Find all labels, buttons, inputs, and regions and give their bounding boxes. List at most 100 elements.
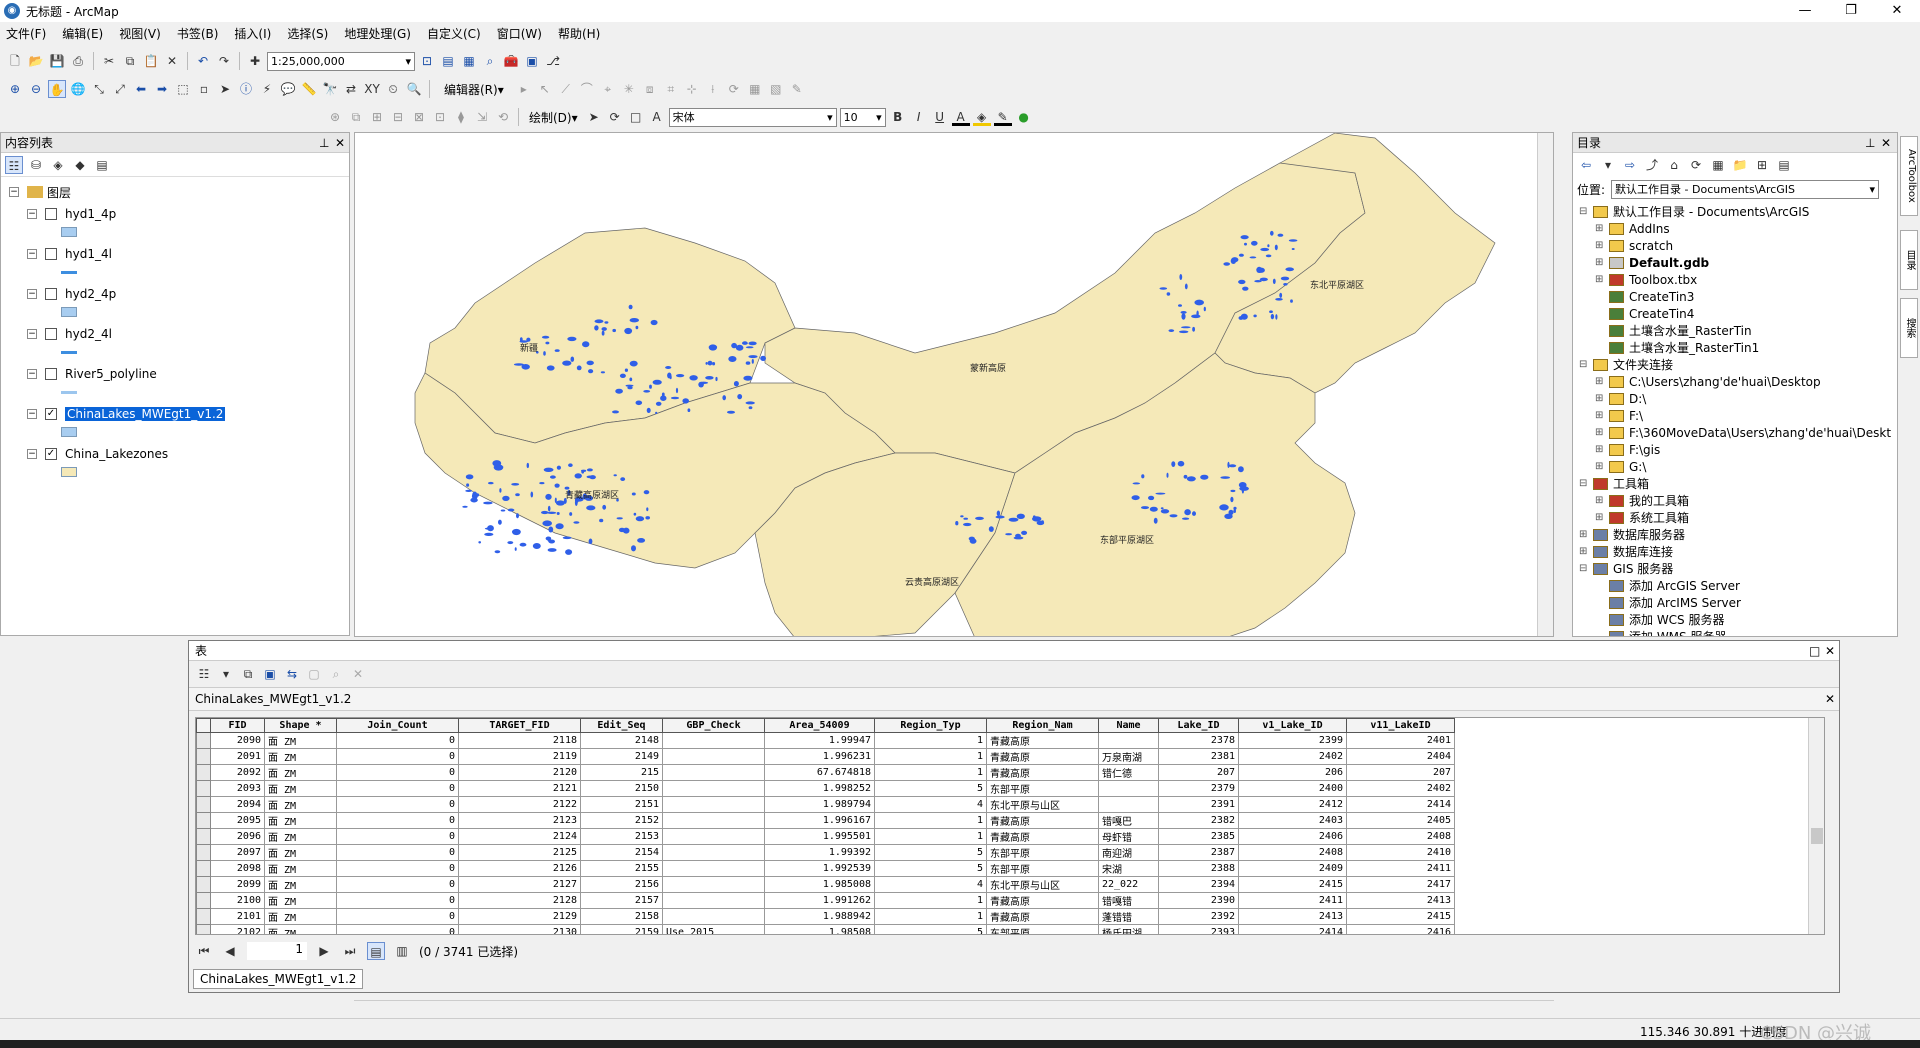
catalog-item[interactable]: ⊟ GIS 服务器 xyxy=(1579,560,1673,577)
expand-icon[interactable]: ⊞ xyxy=(1595,223,1607,234)
collapse-icon[interactable]: − xyxy=(27,289,37,299)
table-cell[interactable]: 2155 xyxy=(580,860,663,877)
column-header[interactable]: Join_Count xyxy=(336,718,459,733)
table-cell[interactable]: 4 xyxy=(874,796,987,813)
layer-name[interactable]: hyd2_4p xyxy=(65,287,116,301)
table-cell[interactable]: 2399 xyxy=(1238,732,1347,749)
add-data-icon[interactable]: ✚ xyxy=(246,52,264,70)
layer-row[interactable]: − River5_polyline xyxy=(27,365,157,383)
switch-selection-icon[interactable]: ⇆ xyxy=(283,665,301,683)
table-row[interactable]: 2094 面 ZM 0 2122 2151 1.989794 4 东北平原与山区 2391 241… xyxy=(196,796,1455,813)
table-cell[interactable]: 错嘎巴 xyxy=(1098,812,1159,829)
layer-name[interactable]: China_Lakezones xyxy=(65,447,168,461)
scroll-thumb[interactable] xyxy=(1811,828,1823,844)
table-cell[interactable]: 2410 xyxy=(1346,844,1455,861)
fixed-zoom-in-icon[interactable]: ⤡ xyxy=(90,80,108,98)
table-cell[interactable]: 面 ZM xyxy=(264,812,337,829)
table-cell[interactable]: 5 xyxy=(874,924,987,934)
table-cell[interactable]: 2381 xyxy=(1158,748,1239,765)
table-cell[interactable]: 2417 xyxy=(1346,876,1455,893)
table-cell[interactable]: 1.991262 xyxy=(764,892,875,909)
table-cell[interactable]: 2128 xyxy=(458,892,581,909)
table-cell[interactable]: 2393 xyxy=(1158,924,1239,934)
table-cell[interactable]: 1 xyxy=(874,828,987,845)
expand-icon[interactable]: ⊟ xyxy=(1579,206,1591,217)
row-selector[interactable] xyxy=(196,860,211,877)
font-size-combo[interactable]: 10 ▾ xyxy=(839,107,886,127)
catalog-item[interactable]: ⊞ F:\360MoveData\Users\zhang'de'huai\Desk… xyxy=(1595,424,1891,441)
catalog-item[interactable]: 添加 WCS 服务器 xyxy=(1595,611,1725,628)
table-cell[interactable]: 面 ZM xyxy=(264,924,337,934)
collapse-icon[interactable]: − xyxy=(27,449,37,459)
table-cell[interactable]: 2093 xyxy=(210,780,265,797)
close-icon[interactable]: ✕ xyxy=(1825,644,1835,658)
edit-annotation-icon[interactable]: ↖ xyxy=(536,80,554,98)
row-selector[interactable] xyxy=(196,780,211,797)
table-cell[interactable]: 2415 xyxy=(1238,876,1347,893)
table-cell[interactable]: 1 xyxy=(874,748,987,765)
rectangle-icon[interactable]: □ xyxy=(627,108,645,126)
rotate-element-icon[interactable]: ⟲ xyxy=(494,108,512,126)
catalog-item[interactable]: ⊞ F:\ xyxy=(1595,407,1643,424)
table-cell[interactable]: 2414 xyxy=(1346,796,1455,813)
back-icon[interactable]: ⇦ xyxy=(1577,156,1595,174)
table-cell[interactable] xyxy=(662,860,765,877)
table-cell[interactable] xyxy=(1098,796,1159,813)
layer-row[interactable]: − hyd2_4p xyxy=(27,285,116,303)
table-cell[interactable]: 2415 xyxy=(1346,908,1455,925)
table-cell[interactable]: 0 xyxy=(336,796,459,813)
table-cell[interactable] xyxy=(662,812,765,829)
table-cell[interactable]: 1.998252 xyxy=(764,780,875,797)
column-header[interactable]: Shape * xyxy=(264,718,337,733)
catalog-item[interactable]: ⊟ 默认工作目录 - Documents\ArcGIS xyxy=(1579,203,1809,220)
table-cell[interactable]: 2390 xyxy=(1158,892,1239,909)
map-scale-combo[interactable]: 1:25,000,000 ▾ xyxy=(267,51,415,71)
column-header[interactable]: GBP_Check xyxy=(662,718,765,733)
table-cell[interactable]: 青藏高原 xyxy=(986,764,1099,781)
maximize-button[interactable]: ❐ xyxy=(1828,0,1874,22)
map-vertical-scrollbar[interactable] xyxy=(1537,133,1553,636)
table-cell[interactable]: 2122 xyxy=(458,796,581,813)
table-cell[interactable]: 2099 xyxy=(210,876,265,893)
table-cell[interactable]: 0 xyxy=(336,876,459,893)
zoom-out-icon[interactable]: ⊖ xyxy=(27,80,45,98)
chevron-down-icon[interactable]: ▾ xyxy=(217,665,235,683)
ungroup-icon[interactable]: ⊡ xyxy=(431,108,449,126)
layer-visibility-checkbox[interactable] xyxy=(45,288,57,300)
table-cell[interactable]: 2414 xyxy=(1238,924,1347,934)
undo-icon[interactable]: ↶ xyxy=(194,52,212,70)
close-button[interactable]: ✕ xyxy=(1874,0,1920,22)
column-header[interactable]: TARGET_FID xyxy=(458,718,581,733)
table-cell[interactable]: 207 xyxy=(1158,764,1239,781)
column-header[interactable]: Edit_Seq xyxy=(580,718,663,733)
layer-symbol-swatch[interactable] xyxy=(61,271,77,274)
table-cell[interactable] xyxy=(662,796,765,813)
list-by-visibility-icon[interactable]: ◈ xyxy=(49,156,67,174)
collapse-icon[interactable]: − xyxy=(9,187,19,197)
table-cell[interactable]: 南迎湖 xyxy=(1098,844,1159,861)
next-record-icon[interactable]: ▶ xyxy=(315,942,333,960)
table-cell[interactable]: 2402 xyxy=(1238,748,1347,765)
table-cell[interactable]: 2123 xyxy=(458,812,581,829)
table-cell[interactable]: 面 ZM xyxy=(264,748,337,765)
table-cell[interactable] xyxy=(662,908,765,925)
viewer-window-icon[interactable]: 🔍 xyxy=(405,80,423,98)
layer-row[interactable]: − hyd1_4p xyxy=(27,205,116,223)
table-cell[interactable]: 东部平原 xyxy=(986,924,1099,934)
table-cell[interactable]: 2391 xyxy=(1158,796,1239,813)
table-cell[interactable]: 2413 xyxy=(1346,892,1455,909)
forward-extent-icon[interactable]: ➡ xyxy=(153,80,171,98)
table-cell[interactable]: 0 xyxy=(336,908,459,925)
marker-color-icon[interactable]: ● xyxy=(1015,108,1033,126)
table-cell[interactable]: 2125 xyxy=(458,844,581,861)
table-cell[interactable]: 面 ZM xyxy=(264,876,337,893)
paste-icon[interactable]: 📋 xyxy=(142,52,160,70)
last-record-icon[interactable]: ⏭ xyxy=(341,942,359,960)
table-cell[interactable]: 2388 xyxy=(1158,860,1239,877)
table-cell[interactable]: 2378 xyxy=(1158,732,1239,749)
expand-icon[interactable]: ⊟ xyxy=(1579,563,1591,574)
catalog-item[interactable]: ⊞ C:\Users\zhang'de'huai\Desktop xyxy=(1595,373,1821,390)
table-cell[interactable]: 2154 xyxy=(580,844,663,861)
pan-icon[interactable]: ✋ xyxy=(48,80,66,98)
layer-symbol-swatch[interactable] xyxy=(61,307,77,317)
